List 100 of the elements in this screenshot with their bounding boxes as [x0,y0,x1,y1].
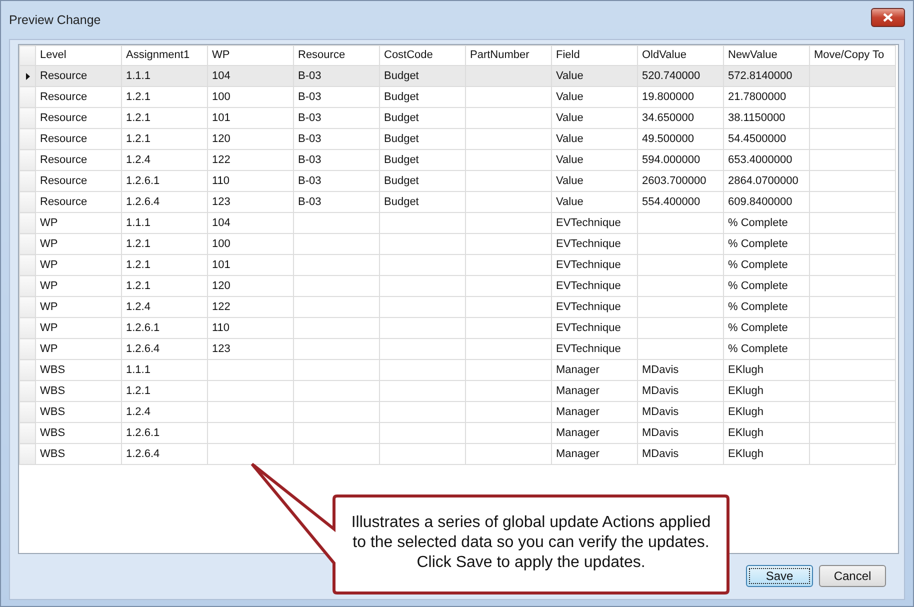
column-header[interactable]: Move/Copy To [810,46,896,66]
column-header[interactable]: OldValue [638,46,724,66]
column-header[interactable]: Assignment1 [122,46,208,66]
table-cell: Budget [384,112,419,124]
table-cell: 1.2.1 [126,90,150,103]
table-cell: 1.1.1 [126,216,150,229]
table-cell: Resource [40,132,88,145]
table-cell: 101 [212,112,230,124]
table-cell: B-03 [298,196,322,208]
table-cell: 123 [212,196,230,208]
window-title: Preview Change [9,12,101,29]
column-header[interactable]: WP [208,46,294,66]
table-cell: WP [40,322,58,334]
table-cell: 38.1150000 [728,112,786,124]
table-cell: Value [556,154,584,166]
table-cell: Resource [40,154,88,166]
table-cell: Manager [556,448,600,460]
row-header [20,46,36,66]
table-cell: Manager [556,384,600,397]
cancel-button[interactable]: Cancel [819,565,886,587]
table-cell: WP [40,258,58,271]
table-cell: Manager [556,426,600,439]
save-button[interactable]: Save [746,565,813,587]
table-cell: 1.2.4 [126,406,150,418]
table-cell: 122 [212,300,230,313]
table-cell: WBS [40,426,66,439]
table-cell: 1.2.1 [126,112,150,124]
column-header[interactable]: PartNumber [466,46,552,66]
table-cell: Resource [40,70,88,82]
table-cell: B-03 [298,90,322,103]
table-cell: 520.740000 [642,70,700,82]
table-cell: % Complete [728,342,788,355]
table-cell: 101 [212,258,230,271]
table-cell: 1.2.1 [126,132,150,145]
table-cell: 1.1.1 [126,70,150,82]
table-cell: % Complete [728,280,788,292]
table-cell: % Complete [728,258,788,271]
table-cell: Budget [384,154,419,166]
table-cell: 1.2.1 [126,280,150,292]
table-cell: MDavis [642,448,679,460]
column-header[interactable]: Level [36,46,122,66]
table-cell: WP [40,300,58,313]
table-cell: Value [556,196,584,208]
table-cell: 34.650000 [642,112,694,124]
column-header[interactable]: Resource [294,46,380,66]
table-cell: B-03 [298,174,322,187]
table-cell: B-03 [298,154,322,166]
table-cell: 110 [212,322,230,334]
close-button[interactable] [871,8,905,26]
table-cell: 1.2.1 [126,258,150,271]
table-cell: B-03 [298,132,322,145]
table-cell: 653.4000000 [728,154,792,166]
table-cell: WBS [40,364,66,376]
table-cell: 100 [212,238,230,250]
table-cell: 572.8140000 [728,70,792,82]
table-cell: 609.8400000 [728,196,792,208]
table-cell: MDavis [642,364,679,376]
table-cell: 19.800000 [642,90,694,103]
table-cell: Budget [384,132,419,145]
table-cell: Manager [556,406,600,418]
column-header[interactable]: NewValue [724,46,810,66]
table-cell: 2864.0700000 [728,174,798,187]
table-cell: 554.400000 [642,196,700,208]
table-cell: 1.2.6.1 [126,426,160,439]
table-cell: 120 [212,280,230,292]
table-cell: 1.2.4 [126,154,150,166]
table-cell: 104 [212,70,230,82]
table-cell: 594.000000 [642,154,700,166]
table-cell: Value [556,174,584,187]
table-cell: 1.2.6.4 [126,342,160,355]
table-cell: WBS [40,384,66,397]
table-cell: % Complete [728,238,788,250]
table-cell: 1.2.6.1 [126,322,160,334]
table-cell: EVTechnique [556,322,621,334]
table-cell: WP [40,238,58,250]
table-cell: WP [40,216,58,229]
close-icon [883,12,893,22]
table-cell: Resource [40,90,88,103]
table-cell: 1.2.6.1 [126,174,160,187]
table-cell: EKlugh [728,364,764,376]
table-cell: EVTechnique [556,342,621,355]
table-cell: 1.2.6.4 [126,448,160,460]
table-cell: Manager [556,364,600,376]
table-cell: WP [40,280,58,292]
callout-text: Illustrates a series of global update Actions applied to the selected data so you can verify the updates. Click Save to apply the updates. [350,513,712,573]
column-header[interactable]: CostCode [380,46,466,66]
table-cell: Budget [384,90,419,103]
column-header[interactable]: Field [552,46,638,66]
table-cell: Value [556,112,584,124]
row-header[interactable] [20,66,36,86]
table-cell: 122 [212,154,230,166]
table-cell: 54.4500000 [728,132,786,145]
table-cell: Resource [40,112,88,124]
table-cell: Budget [384,70,419,82]
table-cell: Value [556,90,584,103]
table-cell: EVTechnique [556,258,621,271]
table-cell: 1.2.1 [126,238,150,250]
table-cell: 1.2.1 [126,384,150,397]
table-cell: EVTechnique [556,280,621,292]
table-cell: 49.500000 [642,132,694,145]
